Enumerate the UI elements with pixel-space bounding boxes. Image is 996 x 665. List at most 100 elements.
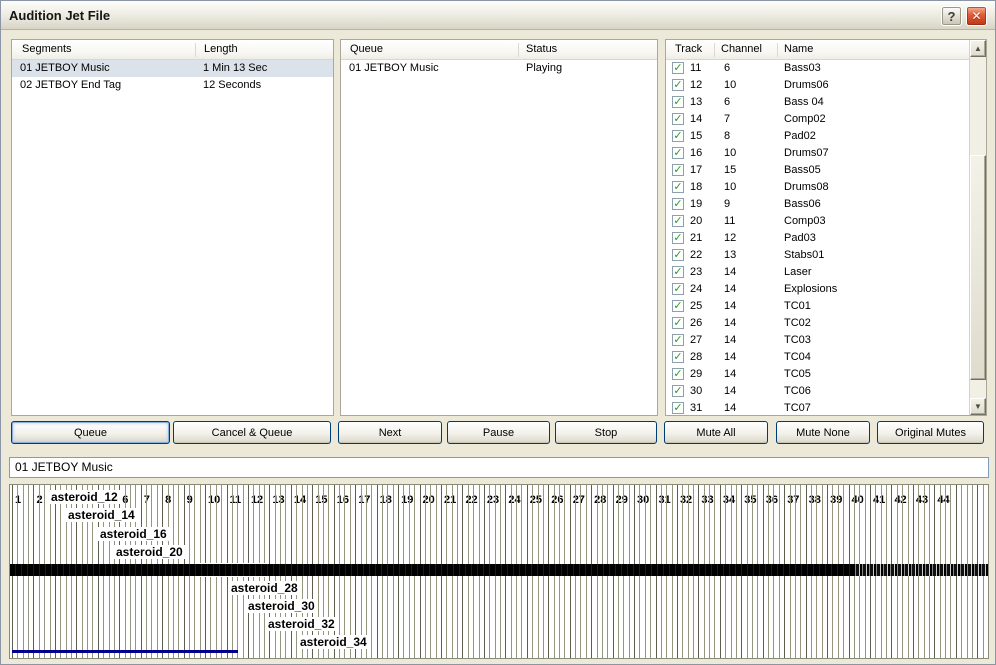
length-column-header[interactable]: Length — [204, 43, 238, 55]
arrow-up-icon: ▲ — [974, 44, 982, 53]
track-checkbox[interactable]: ✓ — [672, 215, 684, 227]
segment-row[interactable]: 01 JETBOY Music1 Min 13 Sec — [12, 60, 333, 77]
close-button[interactable]: ✕ — [966, 6, 987, 26]
track-number: 14 — [690, 111, 702, 128]
track-row[interactable]: ✓2914TC05 — [666, 366, 986, 383]
track-checkbox[interactable]: ✓ — [672, 164, 684, 176]
track-number: 21 — [690, 230, 702, 247]
timeline[interactable]: 1234567891011121314151617181920212223242… — [9, 484, 989, 659]
measure-number: 33 — [700, 494, 714, 506]
track-checkbox[interactable]: ✓ — [672, 232, 684, 244]
help-button[interactable]: ? — [941, 6, 962, 26]
event-label: asteroid_20 — [114, 545, 185, 559]
track-checkbox[interactable]: ✓ — [672, 385, 684, 397]
track-row[interactable]: ✓2213Stabs01 — [666, 247, 986, 264]
track-checkbox[interactable]: ✓ — [672, 130, 684, 142]
track-channel: 14 — [724, 281, 736, 298]
track-row[interactable]: ✓147Comp02 — [666, 111, 986, 128]
track-row[interactable]: ✓2011Comp03 — [666, 213, 986, 230]
segment-name: 02 JETBOY End Tag — [20, 77, 121, 94]
track-checkbox[interactable]: ✓ — [672, 334, 684, 346]
track-row[interactable]: ✓1810Drums08 — [666, 179, 986, 196]
pause-button[interactable]: Pause — [447, 421, 550, 444]
cancel-and-queue-button[interactable]: Cancel & Queue — [173, 421, 331, 444]
track-number: 18 — [690, 179, 702, 196]
track-checkbox[interactable]: ✓ — [672, 249, 684, 261]
track-row[interactable]: ✓3114TC07 — [666, 400, 986, 416]
track-row[interactable]: ✓2614TC02 — [666, 315, 986, 332]
queue-row[interactable]: 01 JETBOY MusicPlaying — [341, 60, 657, 77]
track-row[interactable]: ✓1610Drums07 — [666, 145, 986, 162]
track-channel: 6 — [724, 94, 730, 111]
track-number: 19 — [690, 196, 702, 213]
track-row[interactable]: ✓1210Drums06 — [666, 77, 986, 94]
track-channel: 10 — [724, 179, 736, 196]
queue-column-header[interactable]: Queue — [350, 43, 383, 55]
track-row[interactable]: ✓136Bass 04 — [666, 94, 986, 111]
track-row[interactable]: ✓199Bass06 — [666, 196, 986, 213]
track-checkbox[interactable]: ✓ — [672, 113, 684, 125]
track-row[interactable]: ✓2814TC04 — [666, 349, 986, 366]
track-checkbox[interactable]: ✓ — [672, 351, 684, 363]
segments-column-header[interactable]: Segments — [22, 43, 72, 55]
track-checkbox[interactable]: ✓ — [672, 147, 684, 159]
track-name: Pad02 — [784, 128, 816, 145]
title-bar[interactable]: Audition Jet File ? ✕ — [1, 1, 995, 30]
track-channel: 14 — [724, 315, 736, 332]
now-playing-field: 01 JETBOY Music — [9, 457, 989, 478]
scroll-up-button[interactable]: ▲ — [970, 40, 986, 57]
queue-button[interactable]: Queue — [11, 421, 170, 444]
track-checkbox[interactable]: ✓ — [672, 283, 684, 295]
track-name: Comp02 — [784, 111, 826, 128]
track-row[interactable]: ✓116Bass03 — [666, 60, 986, 77]
track-checkbox[interactable]: ✓ — [672, 62, 684, 74]
tracks-list: ✓116Bass03✓1210Drums06✓136Bass 04✓147Com… — [666, 60, 986, 416]
track-row[interactable]: ✓158Pad02 — [666, 128, 986, 145]
scrollbar-thumb[interactable] — [970, 155, 986, 380]
track-checkbox[interactable]: ✓ — [672, 300, 684, 312]
track-row[interactable]: ✓2514TC01 — [666, 298, 986, 315]
track-channel: 11 — [724, 213, 735, 230]
event-band — [10, 564, 988, 576]
track-checkbox[interactable]: ✓ — [672, 181, 684, 193]
track-column-header[interactable]: Track — [675, 43, 702, 55]
measure-number: 10 — [207, 494, 221, 506]
stop-button[interactable]: Stop — [555, 421, 657, 444]
name-column-header[interactable]: Name — [784, 43, 813, 55]
channel-column-header[interactable]: Channel — [721, 43, 762, 55]
track-channel: 14 — [724, 298, 736, 315]
button-bar: QueueCancel & Queue NextPauseStop Mute All… — [9, 421, 989, 444]
measure-number: 24 — [507, 494, 521, 506]
track-channel: 14 — [724, 383, 736, 400]
header-separator — [518, 43, 519, 57]
track-row[interactable]: ✓2714TC03 — [666, 332, 986, 349]
next-button[interactable]: Next — [338, 421, 442, 444]
track-checkbox[interactable]: ✓ — [672, 368, 684, 380]
mute-all-button[interactable]: Mute All — [664, 421, 768, 444]
track-number: 16 — [690, 145, 702, 162]
track-row[interactable]: ✓2414Explosions — [666, 281, 986, 298]
track-checkbox[interactable]: ✓ — [672, 96, 684, 108]
segment-row[interactable]: 02 JETBOY End Tag12 Seconds — [12, 77, 333, 94]
track-checkbox[interactable]: ✓ — [672, 402, 684, 414]
measure-number: 30 — [636, 494, 650, 506]
track-checkbox[interactable]: ✓ — [672, 317, 684, 329]
original-mutes-button[interactable]: Original Mutes — [877, 421, 984, 444]
track-name: TC07 — [784, 400, 811, 416]
track-checkbox[interactable]: ✓ — [672, 198, 684, 210]
track-name: Bass03 — [784, 60, 821, 77]
track-row[interactable]: ✓2112Pad03 — [666, 230, 986, 247]
track-checkbox[interactable]: ✓ — [672, 266, 684, 278]
track-row[interactable]: ✓3014TC06 — [666, 383, 986, 400]
track-row[interactable]: ✓2314Laser — [666, 264, 986, 281]
tracks-scrollbar[interactable]: ▲ ▼ — [969, 40, 986, 415]
track-checkbox[interactable]: ✓ — [672, 79, 684, 91]
track-channel: 14 — [724, 349, 736, 366]
scroll-down-button[interactable]: ▼ — [970, 398, 986, 415]
status-column-header[interactable]: Status — [526, 43, 557, 55]
track-channel: 9 — [724, 196, 730, 213]
track-row[interactable]: ✓1715Bass05 — [666, 162, 986, 179]
track-number: 24 — [690, 281, 702, 298]
measure-number: 28 — [593, 494, 607, 506]
mute-none-button[interactable]: Mute None — [776, 421, 870, 444]
